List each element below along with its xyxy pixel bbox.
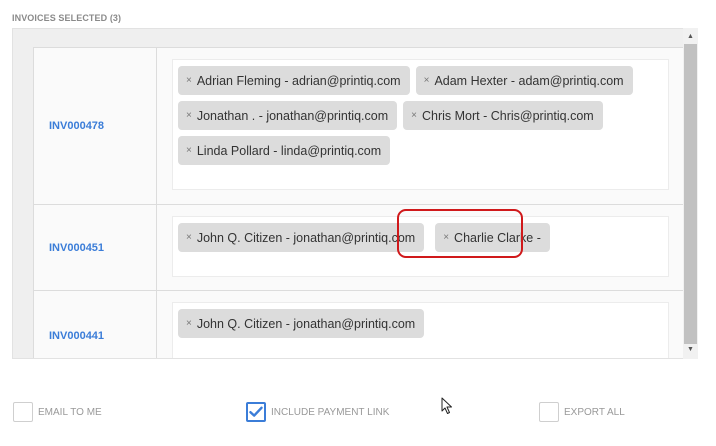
close-icon[interactable]: × [411, 110, 417, 121]
invoice-id-link[interactable]: INV000441 [49, 330, 104, 342]
recipients-input[interactable]: × John Q. Citizen - jonathan@printiq.com … [172, 216, 669, 277]
recipient-tag-label: Charlie Clarke - [454, 230, 541, 245]
email-to-me-checkbox[interactable] [13, 402, 33, 422]
invoice-list-panel[interactable]: INV000478 × Adrian Fleming - adrian@print… [12, 28, 698, 359]
close-icon[interactable]: × [186, 110, 192, 121]
close-icon[interactable]: × [186, 232, 192, 243]
invoice-row: INV000451 × John Q. Citizen - jonathan@pr… [33, 204, 685, 290]
recipient-tag-label: John Q. Citizen - jonathan@printiq.com [196, 316, 416, 331]
invoice-row: INV000478 × Adrian Fleming - adrian@print… [33, 47, 685, 204]
recipient-tag: × Adrian Fleming - adrian@printiq.com [178, 66, 410, 95]
invoice-id-cell: INV000441 [34, 291, 157, 358]
recipients-cell: × John Q. Citizen - jonathan@printiq.com [157, 291, 684, 358]
recipient-tag: × John Q. Citizen - jonathan@printiq.com [178, 223, 425, 252]
include-payment-link-option[interactable]: INCLUDE PAYMENT LINK [246, 402, 389, 422]
invoice-id-link[interactable]: INV000478 [49, 120, 104, 132]
email-to-me-option[interactable]: EMAIL TO ME [13, 402, 102, 422]
section-title: INVOICES SELECTED (3) [12, 13, 122, 23]
export-all-label: EXPORT ALL [564, 406, 625, 418]
invoice-id-link[interactable]: INV000451 [49, 242, 104, 254]
close-icon[interactable]: × [443, 232, 449, 243]
arrow-down-icon[interactable]: ▼ [683, 343, 698, 357]
recipient-tag-label: Chris Mort - Chris@printiq.com [421, 108, 594, 123]
recipient-tag: × Jonathan . - jonathan@printiq.com [178, 101, 398, 130]
include-payment-link-checkbox[interactable] [246, 402, 266, 422]
close-icon[interactable]: × [424, 75, 430, 86]
recipient-tag: × Chris Mort - Chris@printiq.com [403, 101, 603, 130]
invoice-row: INV000441 × John Q. Citizen - jonathan@pr… [33, 290, 685, 358]
recipients-cell: × Adrian Fleming - adrian@printiq.com × Ad… [157, 48, 684, 204]
include-payment-link-label: INCLUDE PAYMENT LINK [271, 406, 390, 418]
recipient-tag-label: Jonathan . - jonathan@printiq.com [196, 108, 389, 123]
close-icon[interactable]: × [186, 145, 192, 156]
recipient-tag-label: John Q. Citizen - jonathan@printiq.com [196, 230, 416, 245]
recipient-tag: × Adam Hexter - adam@printiq.com [415, 66, 633, 95]
recipients-input[interactable]: × John Q. Citizen - jonathan@printiq.com [172, 302, 669, 358]
export-all-checkbox[interactable] [539, 402, 559, 422]
close-icon[interactable]: × [186, 75, 192, 86]
scrollbar-thumb[interactable] [684, 44, 697, 344]
recipient-tag-label: Adam Hexter - adam@printiq.com [434, 73, 624, 88]
recipients-cell: × John Q. Citizen - jonathan@printiq.com … [157, 205, 684, 290]
recipient-tag-label: Adrian Fleming - adrian@printiq.com [196, 73, 401, 88]
invoice-id-cell: INV000451 [34, 205, 157, 290]
mouse-cursor-icon [441, 397, 452, 414]
export-all-option[interactable]: EXPORT ALL [539, 402, 625, 422]
arrow-up-icon[interactable]: ▲ [683, 30, 698, 44]
recipient-tag: × Charlie Clarke - [435, 223, 550, 252]
recipients-input[interactable]: × Adrian Fleming - adrian@printiq.com × Ad… [172, 59, 669, 190]
recipient-tag: × Linda Pollard - linda@printiq.com [178, 136, 391, 165]
recipient-tag: × John Q. Citizen - jonathan@printiq.com [178, 309, 425, 338]
email-to-me-label: EMAIL TO ME [38, 406, 102, 418]
invoice-id-cell: INV000478 [34, 48, 157, 204]
vertical-scrollbar[interactable]: ▲ ▼ [683, 28, 698, 359]
invoice-rows: INV000478 × Adrian Fleming - adrian@print… [33, 47, 685, 358]
recipient-tag-label: Linda Pollard - linda@printiq.com [196, 143, 382, 158]
close-icon[interactable]: × [186, 318, 192, 329]
checkmark-icon [249, 406, 263, 417]
